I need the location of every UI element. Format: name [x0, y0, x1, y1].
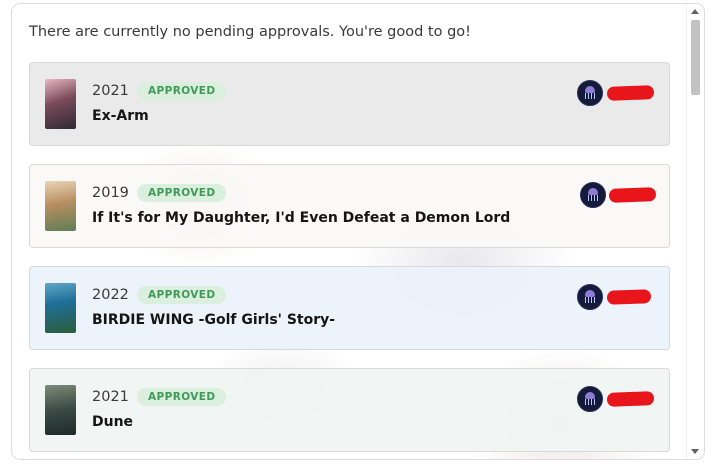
redacted-username — [606, 85, 655, 101]
requester-user[interactable] — [577, 386, 657, 412]
scroll-down-arrow-icon[interactable] — [691, 449, 699, 454]
user-avatar-icon[interactable] — [577, 80, 603, 106]
approvals-panel: There are currently no pending approvals… — [11, 3, 705, 460]
status-badge: APPROVED — [137, 184, 227, 202]
request-card[interactable]: 2021 APPROVED Ex-Arm — [29, 62, 670, 146]
request-card[interactable]: 2021 APPROVED Dune — [29, 368, 670, 452]
user-avatar-icon[interactable] — [577, 386, 603, 412]
requester-user[interactable] — [579, 182, 659, 208]
media-poster-image[interactable] — [45, 79, 76, 129]
request-card[interactable]: 2022 APPROVED BIRDIE WING -Golf Girls' S… — [29, 266, 670, 350]
user-avatar-icon[interactable] — [580, 182, 606, 208]
status-badge: APPROVED — [137, 286, 227, 304]
media-title[interactable]: If It's for My Daughter, I'd Even Defeat… — [92, 210, 510, 226]
requester-user[interactable] — [577, 284, 655, 310]
media-title[interactable]: Ex-Arm — [92, 108, 149, 124]
vertical-scrollbar[interactable] — [686, 4, 704, 459]
scrollbar-thumb[interactable] — [691, 20, 700, 95]
media-poster-image[interactable] — [45, 283, 76, 333]
redacted-username — [608, 187, 657, 203]
media-title[interactable]: Dune — [92, 414, 133, 430]
media-title[interactable]: BIRDIE WING -Golf Girls' Story- — [92, 312, 335, 328]
media-year: 2021 — [92, 83, 129, 99]
media-poster-image[interactable] — [45, 181, 76, 231]
scroll-up-arrow-icon[interactable] — [691, 9, 699, 14]
no-pending-approvals-message: There are currently no pending approvals… — [29, 24, 471, 40]
request-card[interactable]: 2019 APPROVED If It's for My Daughter, I… — [29, 164, 670, 248]
media-year: 2021 — [92, 389, 129, 405]
requester-user[interactable] — [577, 80, 657, 106]
media-poster-image[interactable] — [45, 385, 76, 435]
redacted-username — [606, 289, 652, 305]
user-avatar-icon[interactable] — [577, 284, 603, 310]
status-badge: APPROVED — [137, 82, 227, 100]
redacted-username — [606, 391, 655, 407]
status-badge: APPROVED — [137, 388, 227, 406]
media-year: 2019 — [92, 185, 129, 201]
media-year: 2022 — [92, 287, 129, 303]
approved-requests-list: 2021 APPROVED Ex-Arm 2019 APPROVED If It… — [29, 62, 670, 459]
